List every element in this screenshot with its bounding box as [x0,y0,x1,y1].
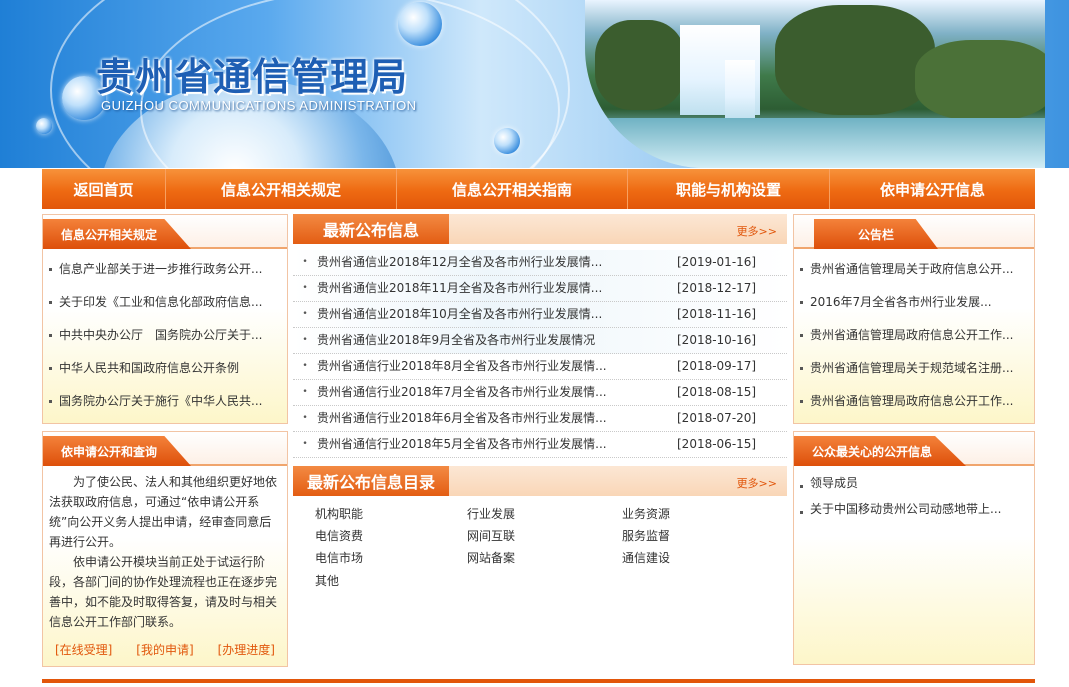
notice-list: 贵州省通信管理局关于政府信息公开... 2016年7月全省各市州行业发展... … [794,249,1034,418]
news-row[interactable]: • 贵州省通信行业2018年7月全省及各市州行业发展情... [2018-08-15… [293,380,787,406]
list-item[interactable]: 贵州省通信管理局关于政府信息公开... [794,253,1034,286]
list-item[interactable]: 信息产业部关于进一步推行政务公开... [43,253,287,286]
bubble-graphic [398,2,442,46]
nav-guide[interactable]: 信息公开相关指南 [397,169,628,209]
nav-home[interactable]: 返回首页 [42,169,166,209]
news-date: [2018-06-15] [677,437,757,451]
latest-news-list: • 贵州省通信业2018年12月全省及各市州行业发展情... [2019-01-16… [293,250,787,458]
list-item[interactable]: 国务院办公厅关于施行《中华人民共... [43,385,287,418]
catalog-item[interactable]: 网间互联 [467,527,515,544]
bullet-icon: • [302,387,308,397]
news-title[interactable]: 贵州省通信行业2018年8月全省及各市州行业发展情... [317,354,677,379]
list-item[interactable]: 贵州省通信管理局政府信息公开工作... [794,385,1034,418]
panel-title: 信息公开相关规定 [43,219,192,249]
panel-header: 公众最关心的公开信息 [794,432,1034,466]
panel-header: 信息公开相关规定 [43,215,287,249]
catalog-item[interactable]: 其他 [315,572,339,589]
panel-title: 公告栏 [814,219,939,249]
catalog-item[interactable]: 电信市场 [315,549,363,566]
latest-news-header: 最新公布信息 更多>> [293,214,787,244]
catalog-more-link[interactable]: 更多>> [737,475,777,491]
site-subtitle: GUIZHOU COMMUNICATIONS ADMINISTRATION [101,98,417,113]
news-title[interactable]: 贵州省通信业2018年10月全省及各市州行业发展情... [317,302,677,327]
news-title[interactable]: 贵州省通信业2018年12月全省及各市州行业发展情... [317,250,677,275]
news-title[interactable]: 贵州省通信业2018年9月全省及各市州行业发展情况 [317,328,677,353]
panel-header: 公告栏 [794,215,1034,249]
catalog-item[interactable]: 行业发展 [467,505,515,522]
apply-panel: 依申请公开和查询 为了使公民、法人和其他组织更好地依法获取政府信息，可通过“依申… [42,431,288,667]
bullet-icon: • [302,309,308,319]
bullet-icon: • [302,361,308,371]
catalog-header: 最新公布信息目录 更多>> [293,466,787,496]
nav-regulations[interactable]: 信息公开相关规定 [166,169,397,209]
catalog-item[interactable]: 机构职能 [315,505,363,522]
list-item[interactable]: 贵州省通信管理局政府信息公开工作... [794,319,1034,352]
news-row[interactable]: • 贵州省通信业2018年12月全省及各市州行业发展情... [2019-01-16… [293,250,787,276]
site-title: 贵州省通信管理局 [96,54,409,99]
list-item[interactable]: 关于中国移动贵州公司动感地带上... [794,496,1034,522]
regulations-panel: 信息公开相关规定 信息产业部关于进一步推行政务公开... 关于印发《工业和信息化… [42,214,288,424]
list-item[interactable]: 2016年7月全省各市州行业发展... [794,286,1034,319]
apply-links: [在线受理] [我的申请] [办理进度] [43,641,287,658]
bubble-graphic [36,118,52,134]
catalog-item[interactable]: 业务资源 [622,505,670,522]
bullet-icon: • [302,413,308,423]
news-date: [2018-11-16] [677,307,757,321]
regulations-list: 信息产业部关于进一步推行政务公开... 关于印发《工业和信息化部政府信息... … [43,249,287,418]
panel-header: 依申请公开和查询 [43,432,287,466]
news-date: [2018-10-16] [677,333,757,347]
apply-paragraph: 依申请公开模块当前正处于试运行阶段，各部门间的协作处理流程也正在逐步完善中，如不… [49,555,278,629]
nav-apply-info[interactable]: 依申请公开信息 [830,169,1035,209]
news-row[interactable]: • 贵州省通信业2018年9月全省及各市州行业发展情况 [2018-10-16] [293,328,787,354]
news-row[interactable]: • 贵州省通信行业2018年6月全省及各市州行业发展情... [2018-07-20… [293,406,787,432]
list-item[interactable]: 关于印发《工业和信息化部政府信息... [43,286,287,319]
notice-panel: 公告栏 贵州省通信管理局关于政府信息公开... 2016年7月全省各市州行业发展… [793,214,1035,424]
public-concern-list: 领导成员 关于中国移动贵州公司动感地带上... [794,466,1034,522]
catalog-item[interactable]: 通信建设 [622,549,670,566]
bullet-icon: • [302,335,308,345]
panel-title: 公众最关心的公开信息 [794,436,967,466]
news-date: [2019-01-16] [677,255,757,269]
online-apply-link[interactable]: [在线受理] [55,641,112,658]
news-title[interactable]: 贵州省通信行业2018年6月全省及各市州行业发展情... [317,406,677,431]
apply-text: 为了使公民、法人和其他组织更好地依法获取政府信息，可通过“依申请公开系统”向公开… [43,466,287,632]
bullet-icon: • [302,283,308,293]
news-date: [2018-09-17] [677,359,757,373]
apply-paragraph: 为了使公民、法人和其他组织更好地依法获取政府信息，可通过“依申请公开系统”向公开… [49,475,278,549]
main-nav: 返回首页 信息公开相关规定 信息公开相关指南 职能与机构设置 依申请公开信息 [42,169,1035,209]
waterfall-photo [585,0,1045,168]
news-row[interactable]: • 贵州省通信行业2018年8月全省及各市州行业发展情... [2018-09-17… [293,354,787,380]
catalog-title: 最新公布信息目录 [293,466,450,496]
bullet-icon: • [302,257,308,267]
news-row[interactable]: • 贵州省通信业2018年10月全省及各市州行业发展情... [2018-11-16… [293,302,787,328]
my-application-link[interactable]: [我的申请] [136,641,193,658]
latest-news-more-link[interactable]: 更多>> [737,223,777,239]
news-date: [2018-07-20] [677,411,757,425]
list-item[interactable]: 中华人民共和国政府信息公开条例 [43,352,287,385]
header-banner: 贵州省通信管理局 GUIZHOU COMMUNICATIONS ADMINIST… [0,0,1069,168]
news-row[interactable]: • 贵州省通信业2018年11月全省及各市州行业发展情... [2018-12-17… [293,276,787,302]
catalog-item[interactable]: 服务监督 [622,527,670,544]
news-row[interactable]: • 贵州省通信行业2018年5月全省及各市州行业发展情... [2018-06-15… [293,432,787,458]
nav-functions[interactable]: 职能与机构设置 [628,169,830,209]
catalog-item[interactable]: 网站备案 [467,549,515,566]
news-title[interactable]: 贵州省通信业2018年11月全省及各市州行业发展情... [317,276,677,301]
catalog-item[interactable]: 电信资费 [315,527,363,544]
bullet-icon: • [302,439,308,449]
list-item[interactable]: 中共中央办公厅 国务院办公厅关于... [43,319,287,352]
list-item[interactable]: 贵州省通信管理局关于规范域名注册... [794,352,1034,385]
news-date: [2018-08-15] [677,385,757,399]
news-date: [2018-12-17] [677,281,757,295]
news-title[interactable]: 贵州省通信行业2018年7月全省及各市州行业发展情... [317,380,677,405]
latest-news-title: 最新公布信息 [293,214,450,244]
footer-divider [42,679,1035,683]
news-title[interactable]: 贵州省通信行业2018年5月全省及各市州行业发展情... [317,432,677,457]
list-item[interactable]: 领导成员 [794,470,1034,496]
public-concern-panel: 公众最关心的公开信息 领导成员 关于中国移动贵州公司动感地带上... [793,431,1035,665]
bubble-graphic [494,128,520,154]
panel-title: 依申请公开和查询 [43,436,192,466]
progress-link[interactable]: [办理进度] [218,641,275,658]
